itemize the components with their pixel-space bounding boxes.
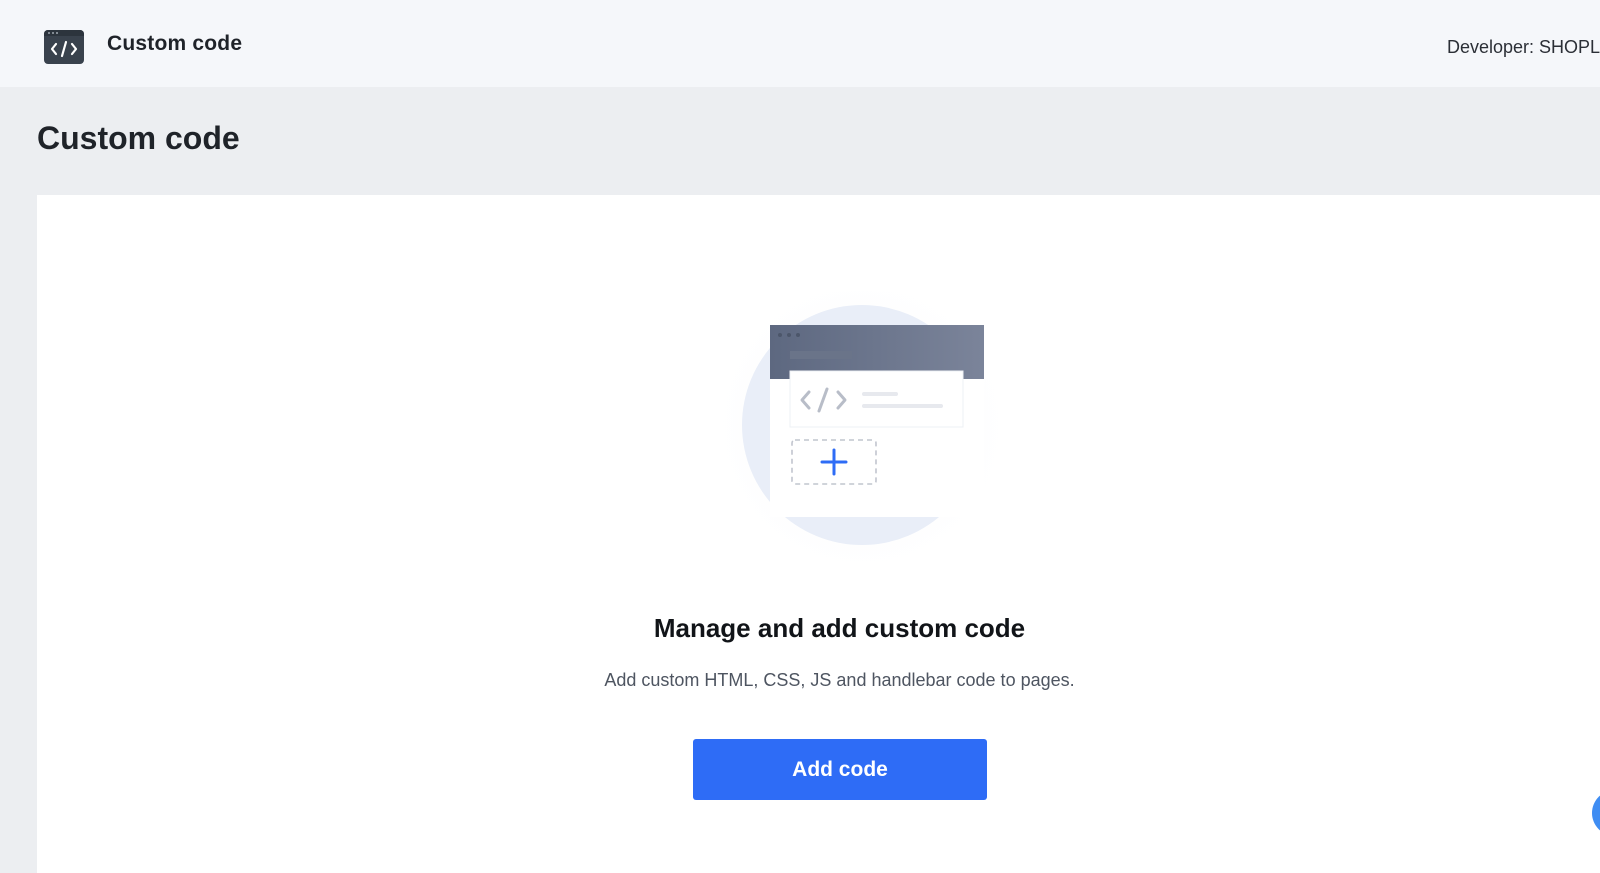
app-title: Custom code [107,32,243,55]
top-bar: Custom code Developer: SHOPL [0,0,1600,87]
add-code-button[interactable]: Add code [693,739,987,800]
empty-state-description: Add custom HTML, CSS, JS and handlebar c… [604,670,1075,690]
code-window-icon [44,30,84,64]
empty-state-heading: Manage and add custom code [653,613,1026,643]
developer-label: Developer: SHOPL [1447,37,1600,57]
empty-state-panel: Manage and add custom code Add custom HT… [37,195,1600,873]
code-card-add-illustration [702,291,1007,561]
page-title: Custom code [37,120,240,156]
